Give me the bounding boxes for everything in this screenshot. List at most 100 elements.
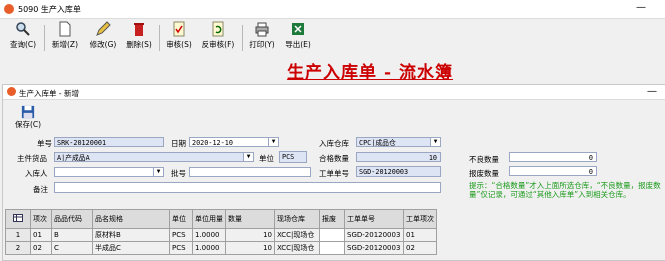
- cell-scrap[interactable]: [319, 228, 345, 242]
- cell-qty[interactable]: 10: [225, 228, 275, 242]
- scrap-qty-field[interactable]: 0: [509, 166, 597, 176]
- dialog-title-bar: 生产入库单 - 新增 —: [3, 85, 665, 100]
- cell-unit[interactable]: PCS: [169, 241, 193, 255]
- col-header[interactable]: 工单项次: [403, 209, 437, 229]
- chevron-down-icon[interactable]: ▼: [153, 168, 163, 176]
- qualified-qty-label: 合格数量: [319, 154, 349, 163]
- unapprove-button-label: 反审核(F): [201, 40, 235, 49]
- defect-qty-label: 不良数量: [469, 155, 499, 164]
- cell-qty[interactable]: 10: [225, 241, 275, 255]
- cell-unit-usage[interactable]: 1.0000: [192, 241, 226, 255]
- cell-code[interactable]: C: [51, 241, 93, 255]
- new-document-icon: [59, 21, 71, 37]
- cell-work-order-seq[interactable]: 02: [403, 241, 437, 255]
- dialog-icon: [7, 87, 16, 96]
- export-button[interactable]: 导出(E): [281, 21, 315, 55]
- cell-unit-usage[interactable]: 1.0000: [192, 228, 226, 242]
- cell-seq[interactable]: 02: [30, 241, 52, 255]
- qualified-qty-field[interactable]: 10: [356, 152, 441, 162]
- trash-icon: [134, 23, 144, 36]
- date-picker[interactable]: 2020-12-10 ▼: [189, 137, 279, 147]
- col-header[interactable]: 数量: [225, 209, 275, 229]
- col-header[interactable]: 项次: [30, 209, 52, 229]
- print-button-label: 打印(Y): [249, 40, 275, 49]
- cell-site-warehouse[interactable]: XCC|现场仓: [274, 228, 320, 242]
- new-button[interactable]: 新增(Z): [48, 21, 82, 55]
- batch-label: 批号: [171, 169, 186, 178]
- date-value: 2020-12-10: [192, 139, 233, 147]
- col-header[interactable]: 单位用量: [192, 209, 226, 229]
- col-header[interactable]: 现场仓库: [274, 209, 320, 229]
- search-button[interactable]: 查询(C): [6, 21, 40, 55]
- main-product-label: 主件货品: [17, 154, 47, 163]
- cell-unit[interactable]: PCS: [169, 228, 193, 242]
- delete-button[interactable]: 删除(S): [122, 21, 156, 55]
- cell-work-order[interactable]: SGD-20120003: [344, 228, 404, 242]
- receiver-label: 入库人: [25, 169, 48, 178]
- unit-label: 单位: [259, 154, 274, 163]
- cell-work-order[interactable]: SGD-20120003: [344, 241, 404, 255]
- cell-code[interactable]: B: [51, 228, 93, 242]
- chevron-down-icon[interactable]: ▼: [243, 153, 253, 161]
- defect-qty-field[interactable]: 0: [509, 152, 597, 162]
- date-label: 日期: [171, 139, 186, 148]
- hint-text: 提示：“合格数量”才入上面所选仓库，“不良数量，报废数量”仅记录，可通过“其他入…: [469, 181, 661, 199]
- col-header[interactable]: 单位: [169, 209, 193, 229]
- chevron-down-icon[interactable]: ▼: [268, 138, 278, 146]
- unapprove-icon: [212, 21, 224, 37]
- row-number: 2: [5, 241, 31, 255]
- grid-corner[interactable]: [5, 209, 31, 229]
- title-bar: 5090 生产入库单 —: [0, 0, 665, 19]
- floppy-save-icon: [21, 105, 35, 119]
- scrap-qty-label: 报废数量: [469, 169, 499, 178]
- approve-button-label: 审核(S): [166, 40, 192, 49]
- col-header[interactable]: 报废: [319, 209, 345, 229]
- export-button-label: 导出(E): [285, 40, 311, 49]
- dialog-minimize-icon[interactable]: —: [647, 86, 657, 97]
- cell-site-warehouse[interactable]: XCC|现场仓: [274, 241, 320, 255]
- remark-label: 备注: [33, 185, 48, 194]
- table-row[interactable]: 2 02 C 半成品C PCS 1.0000 10 XCC|现场仓 SGD-20…: [5, 241, 437, 255]
- dialog-title: 生产入库单 - 新增: [19, 89, 79, 98]
- edit-button[interactable]: 修改(G): [86, 21, 120, 55]
- cell-seq[interactable]: 01: [30, 228, 52, 242]
- minimize-icon[interactable]: —: [636, 2, 646, 13]
- detail-grid: 项次 品品代码 品名规格 单位 单位用量 数量 现场仓库 报废 工单单号 工单项…: [5, 209, 437, 255]
- receiver-select[interactable]: ▼: [54, 167, 164, 177]
- print-button[interactable]: 打印(Y): [245, 21, 279, 55]
- warehouse-label: 入库仓库: [319, 139, 349, 148]
- toolbar-divider: [44, 25, 45, 51]
- row-number: 1: [5, 228, 31, 242]
- remark-field[interactable]: [54, 182, 441, 193]
- edit-button-label: 修改(G): [89, 40, 117, 49]
- col-header[interactable]: 品品代码: [51, 209, 93, 229]
- batch-field[interactable]: [189, 167, 311, 177]
- work-order-field[interactable]: SGD-20120003: [356, 166, 441, 177]
- warehouse-select[interactable]: CPC|成品仓 ▼: [356, 137, 441, 147]
- cell-name[interactable]: 半成品C: [92, 241, 170, 255]
- save-label: 保存(C): [14, 120, 42, 129]
- cell-name[interactable]: 原材料B: [92, 228, 170, 242]
- unapprove-button[interactable]: 反审核(F): [198, 21, 238, 55]
- chevron-down-icon[interactable]: ▼: [430, 138, 440, 146]
- approve-button[interactable]: 审核(S): [162, 21, 196, 55]
- excel-icon: [292, 23, 304, 35]
- main-product-select[interactable]: A|产成品A ▼: [54, 152, 254, 162]
- delete-button-label: 删除(S): [126, 40, 152, 49]
- col-header[interactable]: 工单单号: [344, 209, 404, 229]
- table-row[interactable]: 1 01 B 原材料B PCS 1.0000 10 XCC|现场仓 SGD-20…: [5, 228, 437, 242]
- toolbar-divider: [159, 25, 160, 51]
- printer-icon: [255, 22, 269, 37]
- main-product-value: A|产成品A: [57, 154, 90, 162]
- unit-field: PCS: [279, 151, 307, 163]
- window-title: 5090 生产入库单: [18, 5, 81, 14]
- save-button[interactable]: 保存(C): [13, 105, 43, 130]
- cell-scrap[interactable]: [319, 241, 345, 255]
- doc-no-field[interactable]: SRK-20120001: [54, 137, 164, 147]
- cell-work-order-seq[interactable]: 01: [403, 228, 437, 242]
- grid-settings-icon: [13, 214, 23, 222]
- work-order-label: 工单单号: [319, 169, 349, 178]
- col-header[interactable]: 品名规格: [92, 209, 170, 229]
- page-title: 生产入库单 - 流水簿: [287, 63, 453, 83]
- search-icon: [16, 22, 30, 36]
